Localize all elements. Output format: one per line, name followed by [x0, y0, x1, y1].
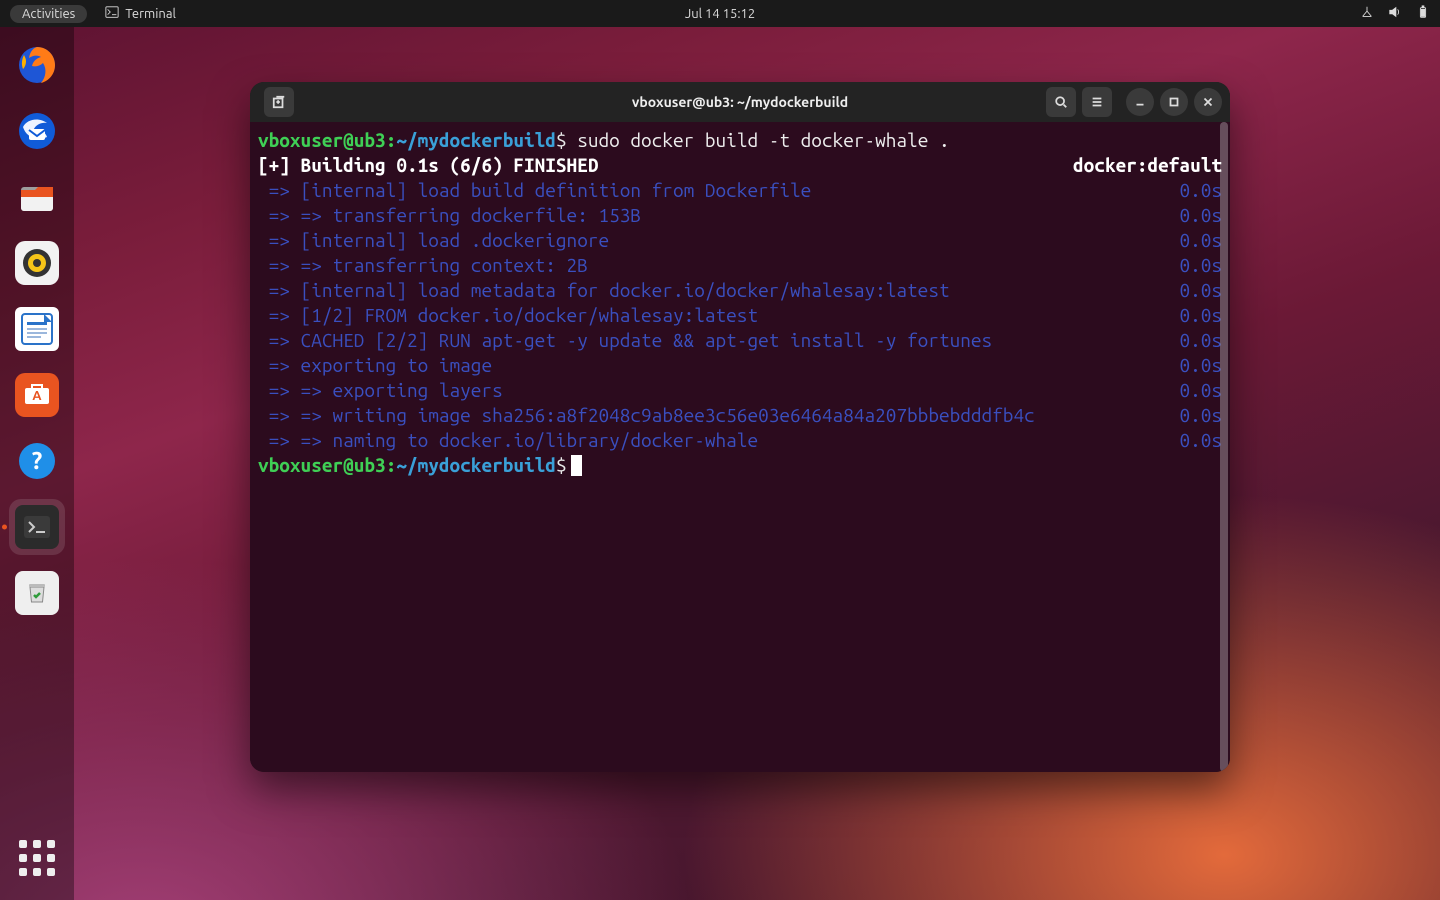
dock-trash[interactable] [9, 565, 65, 621]
build-step-time: 0.0s [1179, 378, 1222, 403]
build-step-text: => => exporting layers [258, 378, 503, 403]
build-steps: => [internal] load build definition from… [258, 178, 1222, 453]
build-summary-right: docker:default [1073, 153, 1222, 178]
dock: A ? [0, 27, 74, 900]
build-step: => exporting to image 0.0s [258, 353, 1222, 378]
build-step-text: => CACHED [2/2] RUN apt-get -y update &&… [258, 328, 992, 353]
terminal-icon [15, 505, 59, 549]
build-step: => [internal] load metadata for docker.i… [258, 278, 1222, 303]
battery-icon [1416, 5, 1430, 22]
search-button[interactable] [1046, 87, 1076, 117]
dock-files[interactable] [9, 169, 65, 225]
build-step-time: 0.0s [1179, 303, 1222, 328]
build-step-time: 0.0s [1179, 428, 1222, 453]
build-step-text: => => writing image sha256:a8f2048c9ab8e… [258, 403, 1035, 428]
system-status-area[interactable] [1360, 5, 1430, 22]
top-bar: Activities Terminal Jul 14 15:12 [0, 0, 1440, 27]
dock-thunderbird[interactable] [9, 103, 65, 159]
dock-firefox[interactable] [9, 37, 65, 93]
command-text: sudo docker build -t docker-whale . [577, 129, 949, 151]
libreoffice-writer-icon [15, 307, 59, 351]
app-menu-label: Terminal [125, 7, 176, 21]
dock-terminal[interactable] [9, 499, 65, 555]
hamburger-menu-button[interactable] [1082, 87, 1112, 117]
prompt-user: vboxuser@ub3 [258, 129, 386, 151]
svg-text:A: A [32, 389, 42, 403]
maximize-button[interactable] [1160, 88, 1188, 116]
trash-icon [15, 571, 59, 615]
build-step-text: => => transferring dockerfile: 153B [258, 203, 641, 228]
dock-writer[interactable] [9, 301, 65, 357]
minimize-button[interactable] [1126, 88, 1154, 116]
build-step-time: 0.0s [1179, 403, 1222, 428]
prompt-dollar: $ [556, 129, 567, 151]
cursor [571, 455, 582, 476]
build-step-time: 0.0s [1179, 353, 1222, 378]
close-button[interactable] [1194, 88, 1222, 116]
activities-button[interactable]: Activities [10, 5, 87, 23]
build-step: => [internal] load build definition from… [258, 178, 1222, 203]
build-summary: [+] Building 0.1s (6/6) FINISHED docker:d… [258, 153, 1222, 178]
clock[interactable]: Jul 14 15:12 [685, 7, 755, 21]
build-step-text: => exporting to image [258, 353, 492, 378]
scrollbar-thumb[interactable] [1220, 122, 1228, 772]
build-step-text: => [internal] load .dockerignore [258, 228, 609, 253]
build-step-text: => => transferring context: 2B [258, 253, 588, 278]
thunderbird-icon [15, 109, 59, 153]
terminal-indicator-icon [105, 5, 119, 22]
window-title: vboxuser@ub3: ~/mydockerbuild [632, 94, 848, 110]
terminal-window: vboxuser@ub3: ~/mydockerbuild vboxuser@u… [250, 82, 1230, 772]
svg-text:?: ? [32, 447, 43, 474]
build-step: => => transferring dockerfile: 153B 0.0s [258, 203, 1222, 228]
scrollbar[interactable] [1218, 122, 1230, 772]
prompt-line-2: vboxuser@ub3:~/mydockerbuild$ [258, 453, 1222, 478]
build-step: => [internal] load .dockerignore 0.0s [258, 228, 1222, 253]
volume-icon [1388, 5, 1402, 22]
build-step-time: 0.0s [1179, 278, 1222, 303]
prompt-path: ~/mydockerbuild [396, 129, 556, 151]
terminal-body[interactable]: vboxuser@ub3:~/mydockerbuild$ sudo docke… [250, 122, 1230, 772]
build-step: => => exporting layers 0.0s [258, 378, 1222, 403]
build-step-time: 0.0s [1179, 253, 1222, 278]
build-step-time: 0.0s [1179, 203, 1222, 228]
dock-rhythmbox[interactable] [9, 235, 65, 291]
files-icon [15, 175, 59, 219]
app-menu[interactable]: Terminal [105, 5, 176, 22]
build-step-text: => [internal] load metadata for docker.i… [258, 278, 950, 303]
build-step: => => writing image sha256:a8f2048c9ab8e… [258, 403, 1222, 428]
dock-help[interactable]: ? [9, 433, 65, 489]
show-applications[interactable] [9, 830, 65, 886]
build-step-time: 0.0s [1179, 228, 1222, 253]
window-titlebar[interactable]: vboxuser@ub3: ~/mydockerbuild [250, 82, 1230, 122]
build-step: => => naming to docker.io/library/docker… [258, 428, 1222, 453]
build-step-text: => [1/2] FROM docker.io/docker/whalesay:… [258, 303, 758, 328]
ubuntu-software-icon: A [15, 373, 59, 417]
build-step-text: => [internal] load build definition from… [258, 178, 811, 203]
rhythmbox-icon [15, 241, 59, 285]
build-step-time: 0.0s [1179, 328, 1222, 353]
firefox-icon [15, 43, 59, 87]
build-step-time: 0.0s [1179, 178, 1222, 203]
network-icon [1360, 5, 1374, 22]
apps-grid-icon [19, 840, 55, 876]
build-summary-left: [+] Building 0.1s (6/6) FINISHED [258, 153, 598, 178]
help-icon: ? [15, 439, 59, 483]
build-step: => [1/2] FROM docker.io/docker/whalesay:… [258, 303, 1222, 328]
prompt-line-1: vboxuser@ub3:~/mydockerbuild$ sudo docke… [258, 128, 1222, 153]
build-step: => CACHED [2/2] RUN apt-get -y update &&… [258, 328, 1222, 353]
new-tab-button[interactable] [264, 87, 294, 117]
build-step: => => transferring context: 2B 0.0s [258, 253, 1222, 278]
build-step-text: => => naming to docker.io/library/docker… [258, 428, 758, 453]
dock-software[interactable]: A [9, 367, 65, 423]
